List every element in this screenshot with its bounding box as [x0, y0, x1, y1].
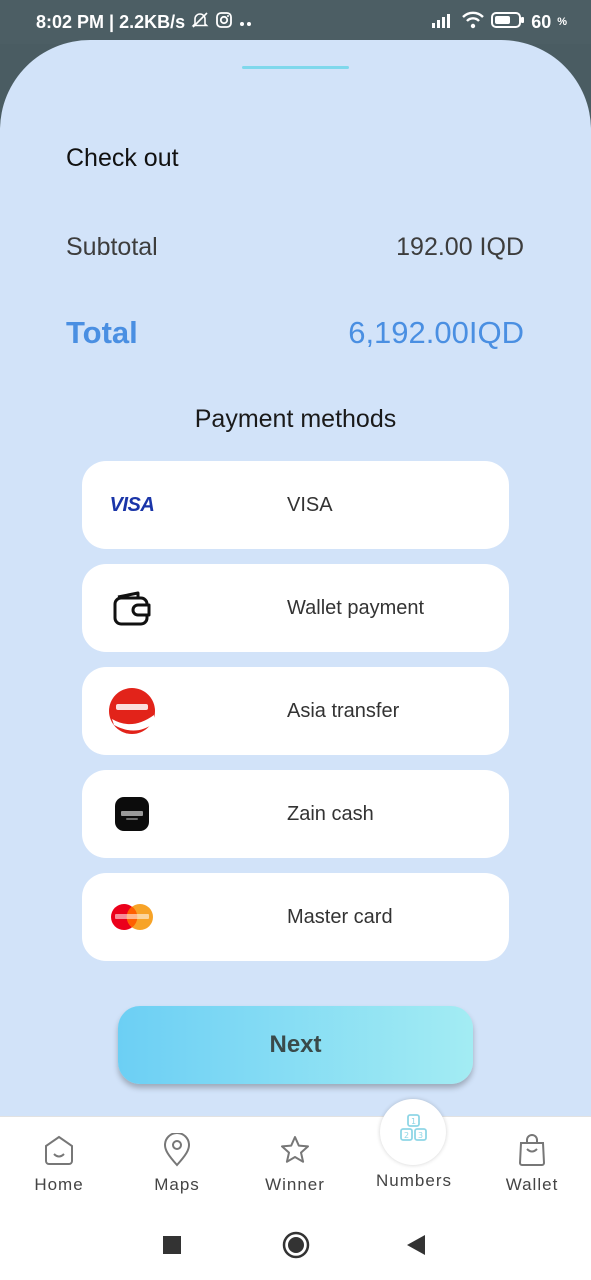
nav-wallet-label: Wallet — [505, 1175, 559, 1194]
number-blocks-icon: 1 2 3 — [393, 1110, 433, 1155]
svg-text:2: 2 — [404, 1131, 409, 1140]
nav-home-label: Home — [34, 1175, 84, 1194]
subtotal-label: Subtotal — [66, 233, 158, 261]
payment-methods-list: VISA VISA Wallet payment Asia transfer Z… — [82, 461, 509, 976]
svg-text:3: 3 — [418, 1131, 423, 1140]
wifi-icon — [461, 11, 485, 34]
nav-wallet[interactable]: Wallet — [473, 1117, 591, 1211]
nav-numbers[interactable]: 1 2 3 — [380, 1099, 446, 1165]
bottom-nav: Home Maps Winner 1 2 3 Numbers Wallet — [0, 1099, 591, 1211]
system-nav-bar — [0, 1210, 591, 1280]
next-button[interactable]: Next — [118, 1006, 473, 1084]
payment-method-label: VISA — [287, 493, 333, 516]
signal-icon — [431, 12, 455, 33]
nav-winner-label: Winner — [265, 1175, 325, 1194]
nav-maps[interactable]: Maps — [118, 1117, 236, 1211]
checkout-title: Check out — [66, 144, 179, 172]
map-pin-icon — [160, 1133, 194, 1167]
payment-method-asia-transfer[interactable]: Asia transfer — [82, 667, 509, 755]
zain-cash-logo-icon — [108, 790, 156, 838]
battery-icon — [491, 11, 525, 34]
payment-method-label: Wallet payment — [287, 596, 425, 619]
payment-method-visa[interactable]: VISA VISA — [82, 461, 509, 549]
total-row: Total 6,192.00IQD — [66, 315, 524, 351]
subtotal-row: Subtotal 192.00 IQD — [66, 233, 524, 262]
nav-home[interactable]: Home — [0, 1117, 118, 1211]
status-right: 60 % — [431, 11, 567, 34]
battery-percent: 60 — [531, 11, 552, 32]
instagram-icon — [215, 11, 233, 34]
svg-text:1: 1 — [411, 1117, 416, 1126]
recents-square-icon[interactable] — [163, 1236, 181, 1259]
payment-methods-title: Payment methods — [194, 405, 397, 433]
back-triangle-icon[interactable] — [406, 1234, 426, 1261]
asiacell-logo-icon — [108, 687, 156, 735]
total-label: Total — [66, 315, 138, 350]
sheet-drag-handle[interactable] — [242, 66, 349, 69]
payment-method-label: Asia transfer — [287, 699, 400, 722]
status-bar: 8:02 PM | 2.2KB/s 60 % — [0, 0, 591, 44]
nav-maps-label: Maps — [154, 1175, 200, 1194]
payment-method-label: Master card — [287, 905, 393, 928]
mute-icon — [191, 11, 209, 34]
total-value: 6,192.00IQD — [348, 315, 524, 350]
nav-winner[interactable]: Winner — [236, 1117, 354, 1211]
subtotal-value: 192.00 IQD — [396, 233, 524, 261]
checkout-sheet: Check out Subtotal 192.00 IQD Total 6,19… — [0, 40, 591, 1116]
mastercard-logo-icon — [108, 893, 156, 941]
status-time: 8:02 PM | 2.2KB/s — [36, 11, 186, 32]
payment-method-label: Zain cash — [287, 802, 374, 825]
star-icon — [278, 1133, 312, 1167]
payment-method-mastercard[interactable]: Master card — [82, 873, 509, 961]
shopping-bag-icon — [515, 1133, 549, 1167]
payment-method-zain-cash[interactable]: Zain cash — [82, 770, 509, 858]
payment-method-wallet[interactable]: Wallet payment — [82, 564, 509, 652]
more-dots-icon — [239, 12, 253, 33]
wallet-icon — [108, 584, 156, 632]
status-left: 8:02 PM | 2.2KB/s — [36, 11, 253, 34]
home-circle-icon[interactable] — [282, 1231, 310, 1264]
visa-logo-icon: VISA — [109, 493, 155, 516]
nav-numbers-label: Numbers — [376, 1171, 452, 1190]
home-icon — [42, 1133, 76, 1167]
battery-percent-sign: % — [557, 16, 567, 28]
